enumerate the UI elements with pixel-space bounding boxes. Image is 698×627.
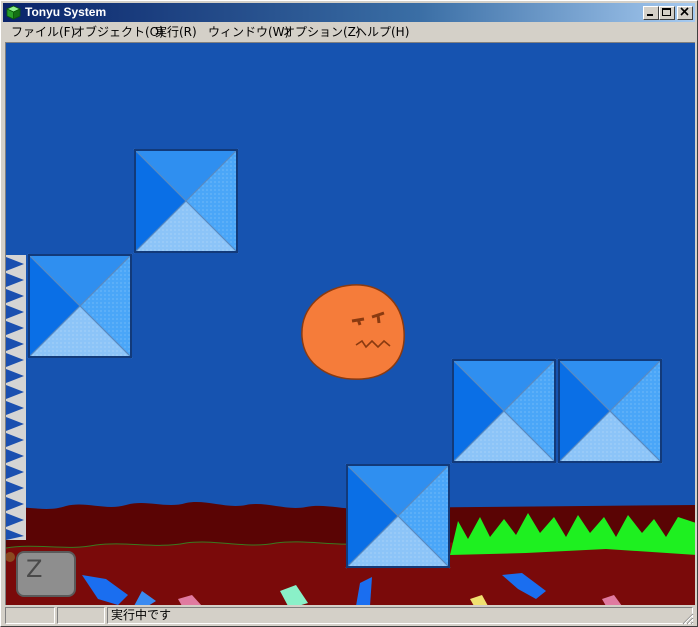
block-tile (133, 148, 239, 254)
maximize-icon (662, 8, 671, 16)
window-title: Tonyu System (25, 5, 107, 19)
menu-option[interactable]: オプション(Z) (283, 24, 361, 40)
menu-window[interactable]: ウィンドウ(W) (208, 24, 289, 40)
block-tile (557, 358, 663, 464)
close-icon (680, 7, 689, 16)
block-tile (451, 358, 557, 464)
menu-file[interactable]: ファイル(F) (11, 24, 75, 40)
block-tile (27, 253, 133, 359)
close-button[interactable] (677, 6, 693, 20)
app-cube-icon (6, 5, 21, 20)
status-text: 実行中です (107, 607, 693, 624)
game-canvas[interactable]: Z (5, 42, 695, 605)
app-window: Tonyu System ファイル(F) オブジェクト(O) 実行(R) ウィン… (0, 0, 698, 627)
title-bar[interactable]: Tonyu System (3, 3, 695, 22)
menu-object[interactable]: オブジェクト(O) (73, 24, 164, 40)
menu-bar: ファイル(F) オブジェクト(O) 実行(R) ウィンドウ(W) オプション(Z… (3, 22, 695, 41)
status-pane-2 (57, 607, 105, 624)
resize-grip-icon[interactable] (682, 613, 694, 625)
game-scene (6, 148, 695, 605)
z-key-button[interactable]: Z (16, 551, 76, 597)
minimize-icon (647, 14, 653, 16)
maximize-button[interactable] (659, 6, 675, 20)
block-tile (345, 463, 451, 569)
orange-blob-character (301, 284, 405, 380)
status-pane-1 (5, 607, 55, 624)
menu-run[interactable]: 実行(R) (155, 24, 197, 40)
z-key-label: Z (26, 555, 43, 583)
minimize-button[interactable] (643, 6, 659, 20)
spike-wall (6, 255, 26, 540)
menu-help[interactable]: ヘルプ(H) (355, 24, 409, 40)
status-bar: 実行中です (3, 606, 695, 626)
